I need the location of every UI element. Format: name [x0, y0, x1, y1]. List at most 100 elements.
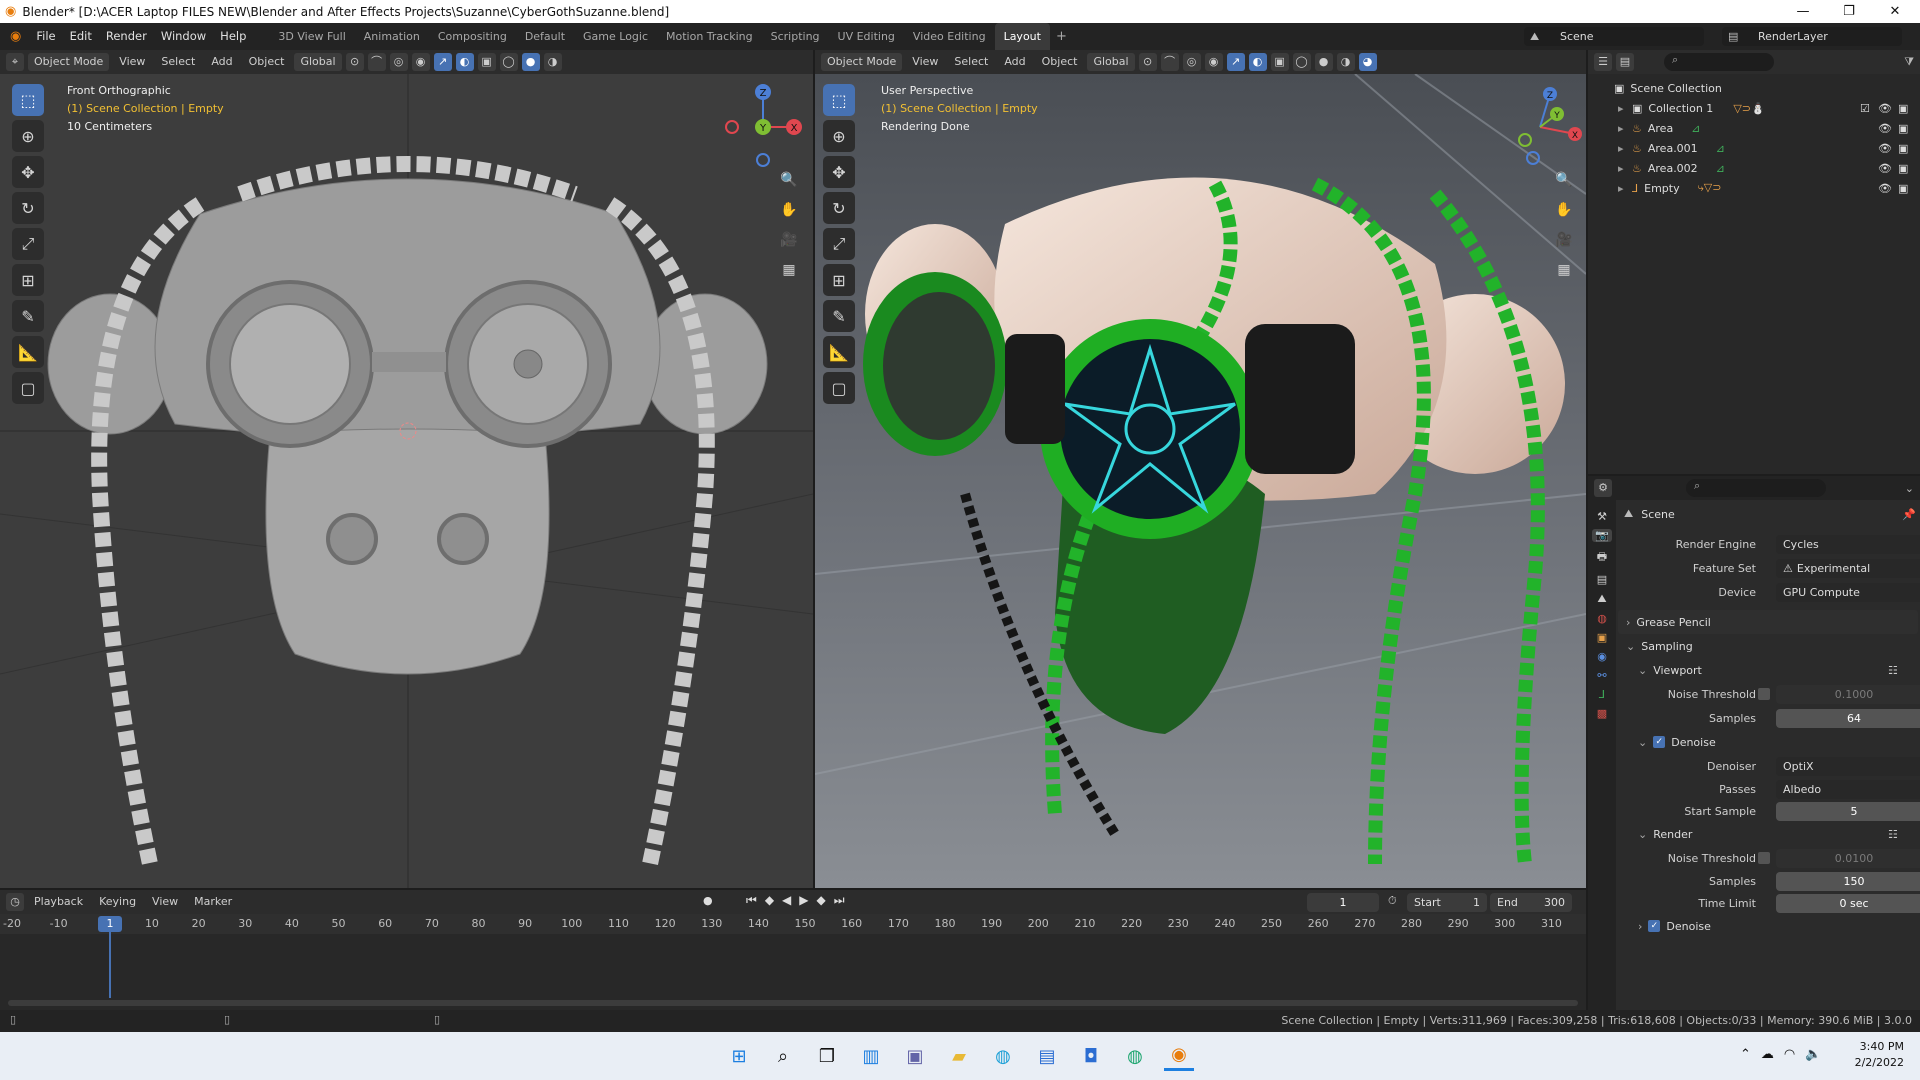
left-object-mode-dropdown[interactable]: Object Mode [28, 53, 110, 71]
start-menu-icon[interactable]: ⊞ [724, 1041, 754, 1071]
eye-visibility-icon[interactable]: 👁 [1878, 122, 1892, 135]
render-camera-icon[interactable]: ▣ [1898, 122, 1908, 135]
tab-3d-view-full[interactable]: 3D View Full [269, 23, 354, 50]
render-camera-icon[interactable]: ▣ [1898, 162, 1908, 175]
material-shading-icon[interactable]: ◑ [1336, 53, 1355, 71]
render-camera-icon[interactable]: ▣ [1898, 102, 1908, 115]
render-denoise-subpanel[interactable]: › ✓ Denoise [1618, 914, 1918, 938]
tab-video-editing[interactable]: Video Editing [904, 23, 995, 50]
move-tool-icon[interactable]: ✥ [823, 156, 855, 188]
scale-tool-icon[interactable]: ⤢ [12, 228, 44, 260]
cursor-tool-icon[interactable]: ⊕ [12, 120, 44, 152]
menu-render[interactable]: Render [99, 23, 154, 50]
time-limit-field[interactable]: 0 sec [1776, 893, 1920, 913]
menu-keying[interactable]: Keying [93, 893, 142, 911]
object-data-tab-icon[interactable]: ⅃ [1599, 688, 1605, 701]
viewport-denoise-checkbox[interactable]: ✓ [1653, 736, 1666, 748]
expand-arrow-icon[interactable]: ▸ [1618, 142, 1632, 155]
transform-tool-icon[interactable]: ⊞ [823, 264, 855, 296]
gizmo-toggle-icon[interactable]: ↗ [1226, 53, 1245, 71]
scene-selector[interactable]: ⛰ Scene [1524, 27, 1704, 46]
right-menu-select[interactable]: Select [948, 53, 994, 71]
frame-start-field[interactable]: Start 1 [1407, 893, 1487, 912]
outliner-item-empty[interactable]: ▸ ⅃ Empty ⤷▽⊃ 👁 ▣ [1588, 178, 1920, 198]
menu-file[interactable]: File [29, 23, 62, 50]
proportional-edit-icon[interactable]: ◎ [1182, 53, 1201, 71]
wifi-icon[interactable]: ◠ [1784, 1047, 1795, 1062]
render-denoise-checkbox[interactable]: ✓ [1648, 920, 1661, 932]
physics-tab-icon[interactable]: ◉ [1597, 650, 1607, 663]
menu-help[interactable]: Help [213, 23, 253, 50]
render-camera-icon[interactable]: ▣ [1898, 182, 1908, 195]
jump-start-icon[interactable]: ⏮ [746, 893, 757, 908]
scene-tab-icon[interactable]: ⛰ [1597, 592, 1606, 606]
measure-tool-icon[interactable]: 📐 [12, 336, 44, 368]
right-menu-view[interactable]: View [906, 53, 944, 71]
outliner-search-field[interactable]: ⌕ [1664, 53, 1774, 71]
zoom-icon[interactable]: 🔍 [1552, 168, 1576, 192]
rotate-tool-icon[interactable]: ↻ [12, 192, 44, 224]
eye-visibility-icon[interactable]: 👁 [1878, 162, 1892, 175]
jump-end-icon[interactable]: ⏭ [834, 893, 845, 908]
constraints-tab-icon[interactable]: ⚯ [1597, 669, 1606, 682]
measure-tool-icon[interactable]: 📐 [823, 336, 855, 368]
properties-search-field[interactable]: ⌕ [1686, 479, 1826, 497]
gizmo-toggle-icon[interactable]: ↗ [433, 53, 452, 71]
play-icon[interactable]: ▶ [799, 893, 808, 908]
file-explorer-icon[interactable]: ▰ [944, 1041, 974, 1071]
tray-overflow-icon[interactable]: ⌃ [1740, 1047, 1751, 1062]
list-presets-icon[interactable]: ☷ [1888, 828, 1898, 841]
menu-window[interactable]: Window [154, 23, 213, 50]
view-layer-tab-icon[interactable]: ▤ [1597, 573, 1607, 586]
annotate-tool-icon[interactable]: ✎ [823, 300, 855, 332]
left-viewport[interactable]: ⌖ Object Mode View Select Add Object Glo… [0, 50, 813, 888]
preview-range-icon[interactable]: ⏱ [1388, 894, 1397, 908]
left-menu-object[interactable]: Object [243, 53, 291, 71]
right-orientation-dropdown[interactable]: Global [1087, 53, 1135, 71]
snap-icon[interactable]: ⌒ [1160, 53, 1179, 71]
expand-arrow-icon[interactable]: ▸ [1618, 122, 1632, 135]
render-samples-field[interactable]: 150 [1776, 871, 1920, 891]
cursor-tool-icon[interactable]: ⊕ [823, 120, 855, 152]
viewport-subpanel[interactable]: ⌄ Viewport ☷ [1618, 658, 1918, 682]
overlay-toggle-icon[interactable]: ◐ [455, 53, 474, 71]
tab-uv-editing[interactable]: UV Editing [829, 23, 904, 50]
visibility-icon[interactable]: ◉ [411, 53, 430, 71]
select-box-tool-icon[interactable]: ⬚ [12, 84, 44, 116]
right-menu-object[interactable]: Object [1036, 53, 1084, 71]
current-frame-field[interactable]: 1 [1307, 893, 1379, 912]
left-menu-add[interactable]: Add [205, 53, 238, 71]
output-tab-icon[interactable]: 🖶 [1597, 548, 1607, 567]
eye-visibility-icon[interactable]: 👁 [1878, 182, 1892, 195]
right-object-mode-dropdown[interactable]: Object Mode [821, 53, 903, 71]
expand-arrow-icon[interactable]: ▸ [1618, 182, 1632, 195]
wireframe-shading-icon[interactable]: ◯ [499, 53, 518, 71]
rotate-tool-icon[interactable]: ↻ [823, 192, 855, 224]
select-box-tool-icon[interactable]: ⬚ [823, 84, 855, 116]
solid-shading-icon[interactable]: ● [521, 53, 540, 71]
search-icon[interactable]: ⌕ [768, 1041, 798, 1071]
render-camera-icon[interactable]: ▣ [1898, 142, 1908, 155]
tab-compositing[interactable]: Compositing [429, 23, 516, 50]
outliner-scene-collection[interactable]: ▣ Scene Collection [1588, 78, 1920, 98]
widgets-icon[interactable]: ▥ [856, 1041, 886, 1071]
add-cube-tool-icon[interactable]: ▢ [823, 372, 855, 404]
rendered-shading-icon[interactable]: ◕ [1358, 53, 1377, 71]
right-menu-add[interactable]: Add [998, 53, 1031, 71]
menu-marker[interactable]: Marker [188, 893, 238, 911]
pan-hand-icon[interactable]: ✋ [1552, 198, 1576, 222]
expand-arrow-icon[interactable]: ▸ [1618, 162, 1632, 175]
play-reverse-icon[interactable]: ◀ [782, 893, 791, 908]
annotate-tool-icon[interactable]: ✎ [12, 300, 44, 332]
timeline-scrollbar[interactable] [8, 1000, 1578, 1006]
edge-dev-icon[interactable]: ◍ [1120, 1041, 1150, 1071]
clock[interactable]: 3:40 PM 2/2/2022 [1848, 1039, 1904, 1071]
left-menu-view[interactable]: View [113, 53, 151, 71]
snap-icon[interactable]: ⌒ [367, 53, 386, 71]
tab-animation[interactable]: Animation [355, 23, 429, 50]
app-icon[interactable]: ◘ [1076, 1041, 1106, 1071]
filter-icon[interactable]: ⧩ [1904, 55, 1914, 69]
pivot-icon[interactable]: ⊙ [345, 53, 364, 71]
expand-arrow-icon[interactable]: ▸ [1618, 102, 1632, 115]
timeline-editor-type-icon[interactable]: ◷ [6, 893, 24, 911]
